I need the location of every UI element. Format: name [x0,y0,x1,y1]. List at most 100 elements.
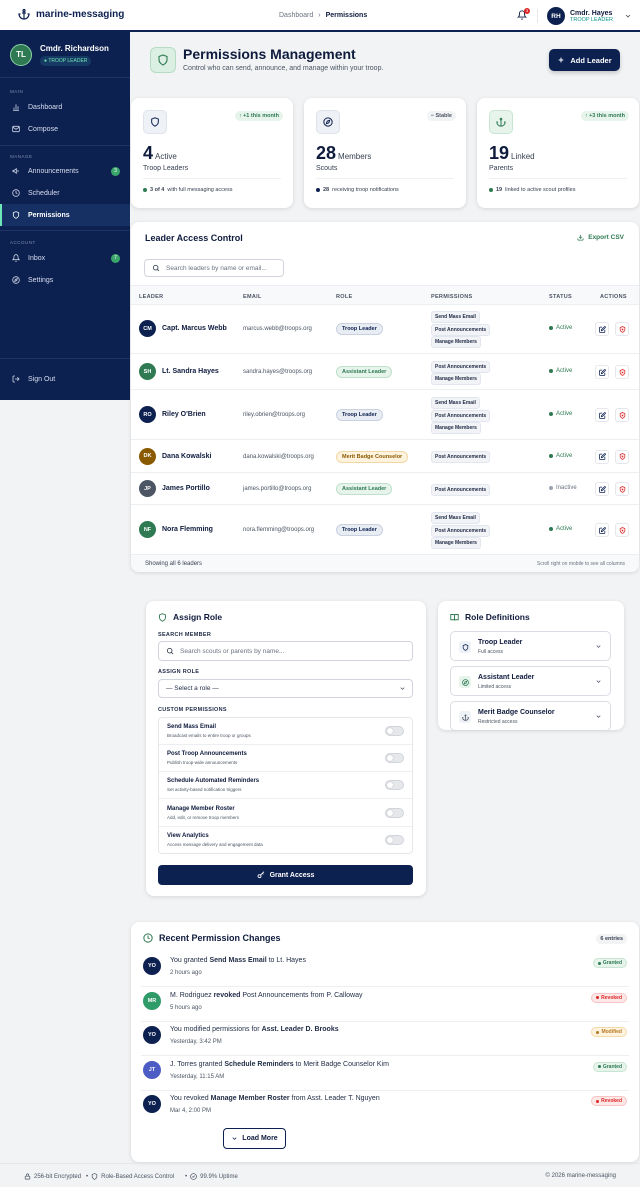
check-circle-icon [190,1173,197,1180]
assign-role-card: Assign Role SEARCH MEMBER Search scouts … [146,601,426,896]
role-item-troop-leader[interactable]: Troop Leader Full access [450,631,611,661]
user-menu[interactable]: RH Cmdr. Hayes TROOP LEADER [547,7,632,25]
sidebar-item-inbox[interactable]: Inbox 7 [0,247,130,269]
sidebar-item-dashboard[interactable]: Dashboard [0,96,130,118]
permission-toggle[interactable] [385,780,404,791]
edit-button[interactable] [595,482,609,496]
role-item-merit-badge-counselor[interactable]: Merit Badge Counselor Restricted access [450,701,611,731]
activity-text-part: You revoked [170,1095,211,1102]
stat-number: 4 [143,143,154,163]
permission-description: Broadcast emails to entire troop or grou… [167,733,251,738]
role-item-assistant-leader[interactable]: Assistant Leader Limited access [450,666,611,696]
activity-text-bold: Manage Member Roster [210,1095,290,1102]
page-header-icon [150,47,176,73]
activity-text-bold: Asst. Leader D. Brooks [261,1026,339,1033]
footer-copyright: © 2026 marine-messaging [546,1173,616,1179]
permission-toggle[interactable] [385,726,404,736]
chevron-down-icon [232,1137,237,1140]
separator-dot: • [185,1173,188,1180]
stat-footer-bold: 19 [496,187,503,193]
permission-title: Send Mass Email [167,724,217,730]
leader-name: Capt. Marcus Webb [162,325,227,332]
sidebar-item-scheduler[interactable]: Scheduler [0,182,130,204]
edit-button[interactable] [595,449,609,464]
activity-item: JT J. Torres granted Schedule Reminders t… [141,1056,629,1091]
permission-description: Add, edit, or remove troop members [167,814,240,820]
select-value: — Select a role — [166,685,219,692]
permission-toggle-row: Send Mass Email Broadcast emails to entir… [159,718,412,745]
breadcrumb-parent[interactable]: Dashboard [279,12,313,19]
notifications-button[interactable]: 3 [516,8,530,22]
permission-title: Schedule Automated Reminders [167,778,260,785]
permission-tag: Manage Members [431,537,481,550]
role-badge: Troop Leader [336,524,383,536]
column-header: LEADER [139,294,164,300]
profile-name: Cmdr. Richardson [40,43,109,53]
sidebar-item-settings[interactable]: Settings [0,269,130,291]
sidebar-item-announcements[interactable]: Announcements 3 [0,160,130,182]
sidebar-item-compose[interactable]: Compose [0,118,130,140]
role-select[interactable]: — Select a role — [158,679,413,698]
grant-access-button[interactable]: Grant Access [158,865,413,885]
activity-text-bold: Schedule Reminders [224,1060,294,1068]
load-more-button[interactable]: Load More [223,1128,286,1149]
permission-toggle[interactable] [385,834,404,845]
top-bar: marine-messaging Dashboard › Permissions… [0,0,640,32]
stat-footer: 3 of 4 with full messaging access [143,187,233,193]
column-header: PERMISSIONS [431,294,473,300]
avatar: YO [143,957,161,975]
chevron-down-icon [400,687,405,690]
sign-out-label: Sign Out [28,375,56,383]
permission-tag: Manage Members [431,336,481,349]
revoke-button[interactable] [615,365,629,379]
edit-button[interactable] [595,523,609,537]
export-csv-button[interactable]: Export CSV [577,234,624,241]
column-header: ROLE [336,294,353,300]
status-tag: Modified [591,1027,627,1037]
leader-email: riley.obrien@troops.org [243,412,306,418]
leader-name: Lt. Sandra Hayes [162,368,219,375]
revoke-button[interactable] [615,482,629,496]
app-logo[interactable]: marine-messaging [18,8,124,20]
add-leader-button[interactable]: Add Leader [549,49,620,71]
avatar: MR [143,991,161,1010]
role-badge: Assistant Leader [336,366,393,378]
activity-text: You revoked Manage Member Roster from As… [170,1095,380,1102]
sidebar-item-permissions[interactable]: Permissions [0,204,130,226]
edit-button[interactable] [595,365,609,379]
sign-out-button[interactable]: Sign Out [0,368,130,390]
permission-tag: Post Announcements [431,409,491,422]
section-label-manage: MANAGE [10,154,33,159]
table-row: CM Capt. Marcus Webb marcus.webb@troops.or… [131,304,639,354]
sidebar-item-label: Inbox [28,254,46,262]
activity-text: You modified permissions for Asst. Leade… [170,1026,339,1033]
table-row: JP James Portillo james.portillo@troops.or… [131,473,639,505]
count-badge: 7 [111,253,120,263]
status-dot [549,369,553,373]
edit-icon [598,453,606,460]
member-search-input[interactable]: Search scouts or parents by name... [158,641,413,661]
edit-button[interactable] [595,408,609,422]
anchor-icon [18,8,30,20]
field-label: CUSTOM PERMISSIONS [158,707,227,713]
role-subtitle: Restricted access [478,719,518,725]
role-title: Troop Leader [478,639,523,646]
field-label: ASSIGN ROLE [158,669,200,675]
leader-search-input[interactable]: Search leaders by name or email... [144,259,284,277]
section-label-main: MAIN [10,89,24,94]
activity-time: 5 hours ago [170,1004,202,1011]
revoke-button[interactable] [615,523,629,537]
edit-button[interactable] [595,322,609,336]
activity-text-part: from Asst. Leader T. Nguyen [289,1095,380,1102]
revoke-button[interactable] [615,322,629,336]
permission-toggle[interactable] [385,807,404,818]
status-text: Inactive [556,485,577,491]
activity-text-part: You granted [170,957,210,964]
divider [537,9,538,23]
trend-badge: − Stable [426,111,456,121]
avatar: CM [139,320,156,337]
revoke-button[interactable] [615,408,629,422]
activity-list[interactable]: YO You granted Send Mass Email to Lt. Hay… [131,952,639,1120]
permission-toggle[interactable] [385,753,404,764]
revoke-button[interactable] [615,449,629,464]
